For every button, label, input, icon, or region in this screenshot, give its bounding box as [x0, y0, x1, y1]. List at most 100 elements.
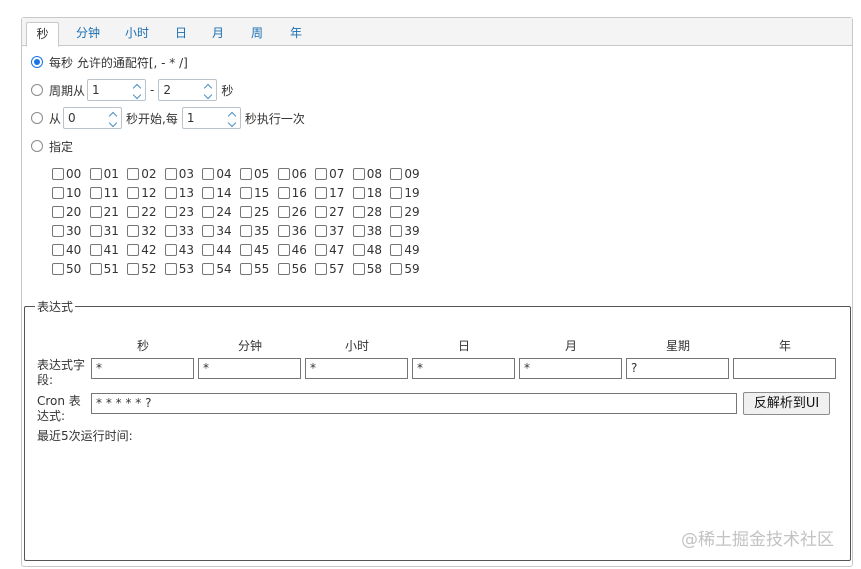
second-checkbox-10[interactable]: 10 [52, 183, 90, 202]
spinner-arrows-icon[interactable] [129, 80, 145, 100]
checkbox-box[interactable] [277, 262, 290, 275]
second-checkbox-46[interactable]: 46 [277, 240, 316, 259]
cron-expression-field[interactable]: * * * * * ? [91, 393, 737, 414]
checkbox-box[interactable] [52, 205, 64, 218]
second-checkbox-42[interactable]: 42 [127, 240, 165, 259]
second-checkbox-25[interactable]: 25 [239, 202, 278, 221]
second-checkbox-21[interactable]: 21 [89, 202, 128, 221]
tab-day[interactable]: 日 [169, 22, 193, 46]
second-checkbox-40[interactable]: 40 [52, 240, 90, 259]
field-week[interactable]: ? [626, 358, 729, 379]
second-checkbox-01[interactable]: 01 [89, 164, 128, 183]
checkbox-box[interactable] [239, 186, 252, 199]
checkbox-box[interactable] [89, 262, 102, 275]
second-checkbox-36[interactable]: 36 [277, 221, 316, 240]
start-spinner[interactable]: 0 [63, 107, 123, 129]
checkbox-box[interactable] [164, 167, 177, 180]
second-checkbox-30[interactable]: 30 [52, 221, 90, 240]
second-checkbox-06[interactable]: 06 [277, 164, 316, 183]
checkbox-box[interactable] [127, 205, 140, 218]
checkbox-box[interactable] [352, 262, 365, 275]
checkbox-box[interactable] [202, 243, 215, 256]
tab-week[interactable]: 周 [245, 22, 269, 46]
second-checkbox-45[interactable]: 45 [239, 240, 278, 259]
second-checkbox-00[interactable]: 00 [52, 164, 90, 183]
second-checkbox-41[interactable]: 41 [89, 240, 128, 259]
checkbox-box[interactable] [239, 262, 252, 275]
second-checkbox-29[interactable]: 29 [390, 202, 428, 221]
checkbox-box[interactable] [164, 243, 177, 256]
second-checkbox-28[interactable]: 28 [352, 202, 391, 221]
checkbox-box[interactable] [52, 186, 64, 199]
checkbox-box[interactable] [315, 224, 328, 237]
second-checkbox-58[interactable]: 58 [352, 259, 391, 278]
second-checkbox-35[interactable]: 35 [239, 221, 278, 240]
second-checkbox-50[interactable]: 50 [52, 259, 90, 278]
checkbox-box[interactable] [52, 243, 64, 256]
field-month[interactable]: * [519, 358, 622, 379]
checkbox-box[interactable] [315, 186, 328, 199]
second-checkbox-17[interactable]: 17 [315, 183, 353, 202]
second-checkbox-47[interactable]: 47 [315, 240, 353, 259]
field-year[interactable] [733, 358, 836, 379]
second-checkbox-24[interactable]: 24 [202, 202, 240, 221]
checkbox-box[interactable] [390, 262, 403, 275]
checkbox-box[interactable] [164, 186, 177, 199]
checkbox-box[interactable] [315, 167, 328, 180]
checkbox-box[interactable] [352, 224, 365, 237]
checkbox-box[interactable] [390, 243, 403, 256]
second-checkbox-09[interactable]: 09 [390, 164, 428, 183]
checkbox-box[interactable] [239, 205, 252, 218]
tab-year[interactable]: 年 [284, 22, 308, 46]
second-checkbox-31[interactable]: 31 [89, 221, 128, 240]
second-checkbox-33[interactable]: 33 [164, 221, 203, 240]
checkbox-box[interactable] [89, 205, 102, 218]
second-checkbox-12[interactable]: 12 [127, 183, 165, 202]
checkbox-box[interactable] [277, 224, 290, 237]
checkbox-box[interactable] [202, 167, 215, 180]
second-checkbox-11[interactable]: 11 [89, 183, 128, 202]
checkbox-box[interactable] [202, 224, 215, 237]
checkbox-box[interactable] [352, 205, 365, 218]
second-checkbox-07[interactable]: 07 [315, 164, 353, 183]
spinner-arrows-icon[interactable] [200, 80, 216, 100]
checkbox-box[interactable] [390, 167, 403, 180]
checkbox-box[interactable] [277, 205, 290, 218]
second-checkbox-38[interactable]: 38 [352, 221, 391, 240]
second-checkbox-05[interactable]: 05 [239, 164, 278, 183]
step-spinner[interactable]: 1 [181, 107, 241, 129]
checkbox-box[interactable] [239, 224, 252, 237]
second-checkbox-48[interactable]: 48 [352, 240, 391, 259]
second-checkbox-49[interactable]: 49 [390, 240, 428, 259]
second-checkbox-53[interactable]: 53 [164, 259, 203, 278]
checkbox-box[interactable] [202, 186, 215, 199]
field-hour[interactable]: * [305, 358, 408, 379]
second-checkbox-22[interactable]: 22 [127, 202, 165, 221]
second-checkbox-44[interactable]: 44 [202, 240, 240, 259]
reverse-parse-button[interactable]: 反解析到UI [743, 392, 830, 415]
checkbox-box[interactable] [164, 205, 177, 218]
second-checkbox-52[interactable]: 52 [127, 259, 165, 278]
second-checkbox-20[interactable]: 20 [52, 202, 90, 221]
checkbox-box[interactable] [127, 243, 140, 256]
tab-second[interactable]: 秒 [26, 22, 59, 47]
checkbox-box[interactable] [89, 186, 102, 199]
checkbox-box[interactable] [52, 224, 64, 237]
checkbox-box[interactable] [239, 243, 252, 256]
radio-specify[interactable] [31, 140, 43, 152]
checkbox-box[interactable] [277, 186, 290, 199]
second-checkbox-15[interactable]: 15 [239, 183, 278, 202]
checkbox-box[interactable] [202, 262, 215, 275]
radio-every[interactable] [31, 56, 43, 68]
spinner-arrows-icon[interactable] [105, 108, 121, 128]
checkbox-box[interactable] [315, 243, 328, 256]
checkbox-box[interactable] [390, 186, 403, 199]
second-checkbox-23[interactable]: 23 [164, 202, 203, 221]
checkbox-box[interactable] [127, 167, 140, 180]
checkbox-box[interactable] [239, 167, 252, 180]
checkbox-box[interactable] [277, 167, 290, 180]
checkbox-box[interactable] [352, 167, 365, 180]
second-checkbox-32[interactable]: 32 [127, 221, 165, 240]
second-checkbox-08[interactable]: 08 [352, 164, 391, 183]
second-checkbox-55[interactable]: 55 [239, 259, 278, 278]
